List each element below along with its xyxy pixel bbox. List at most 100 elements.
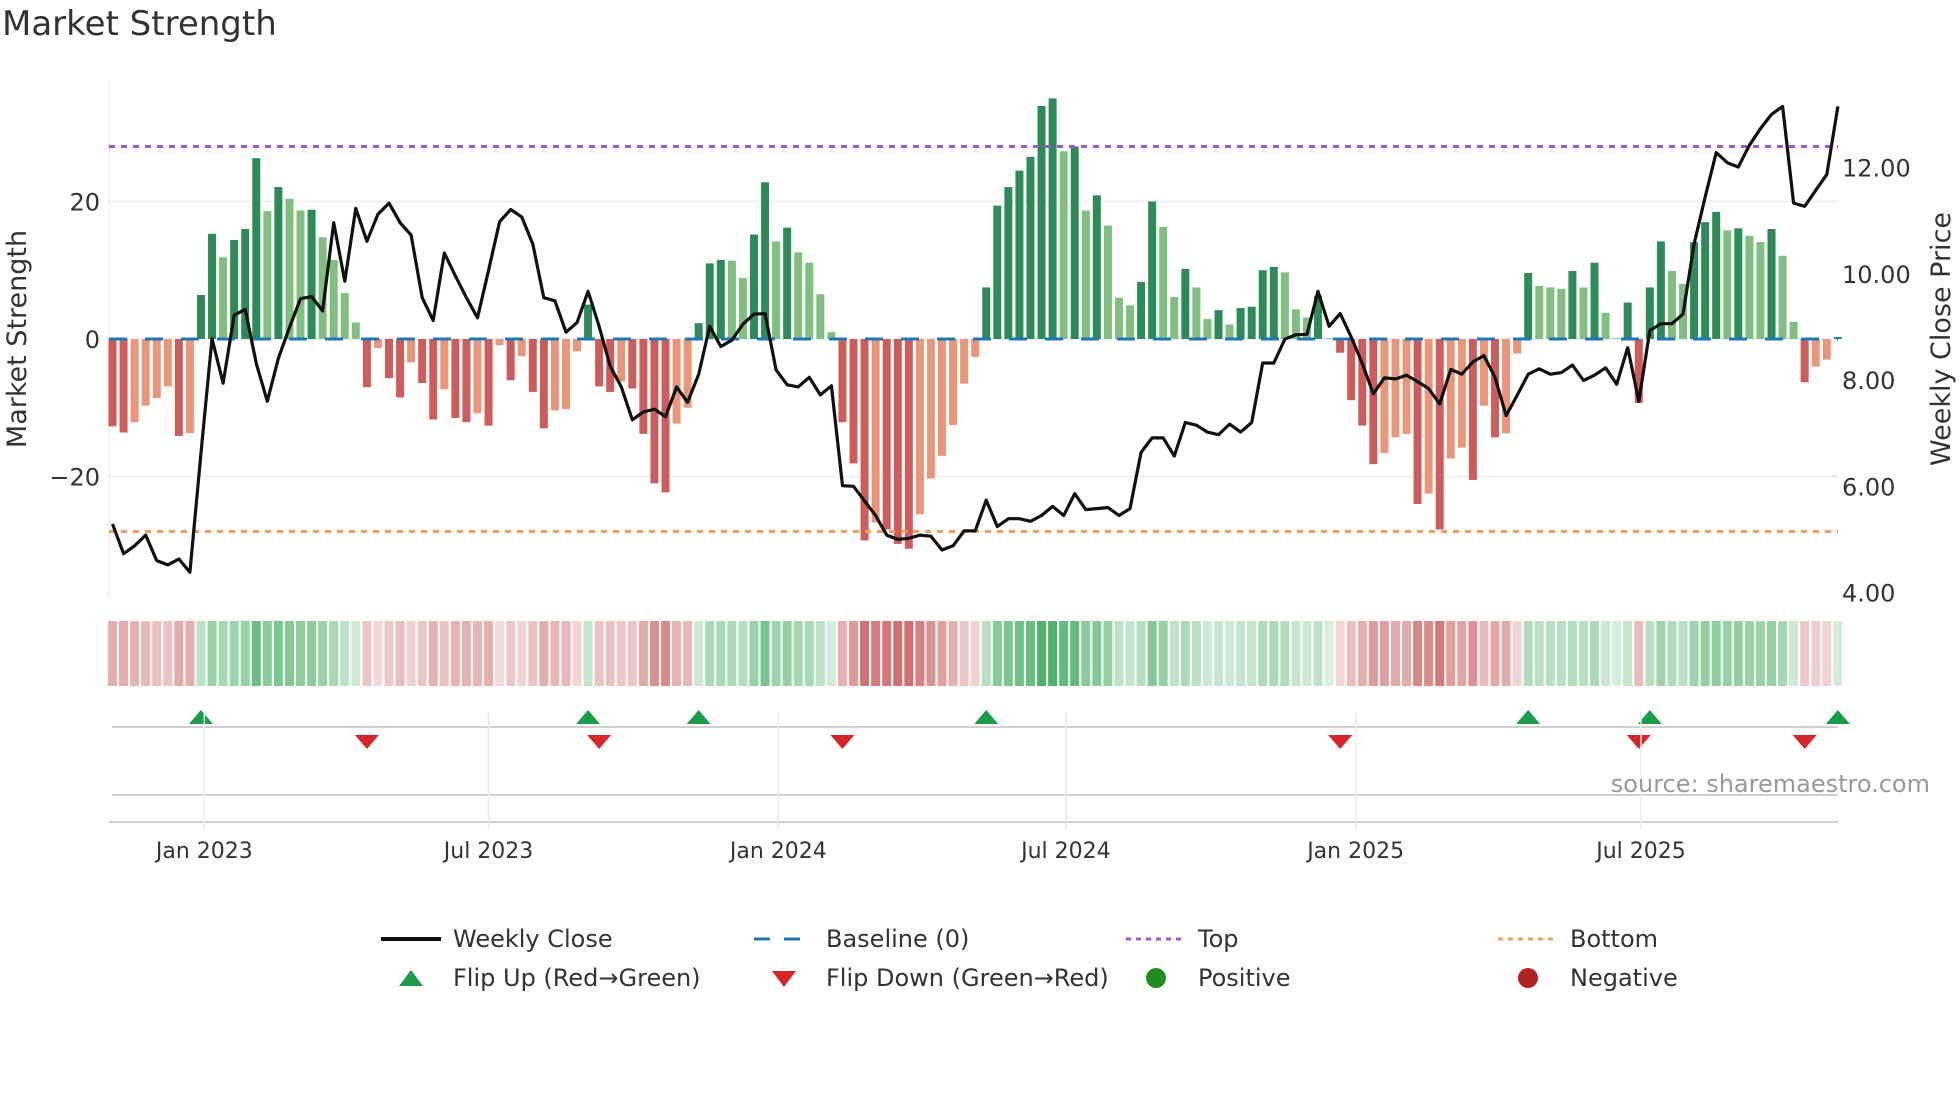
strength-bar: [860, 339, 869, 541]
heat-cell: [251, 621, 261, 686]
strength-bar: [805, 262, 814, 339]
strength-bar: [484, 339, 493, 426]
heat-cell: [1225, 621, 1235, 686]
heat-cell: [672, 621, 682, 686]
strength-bar: [617, 339, 626, 382]
strength-bar: [307, 209, 316, 339]
dotted-line-icon: [1498, 937, 1558, 941]
heat-cell: [307, 621, 317, 686]
legend-negative: Negative: [1498, 964, 1678, 992]
strength-bar: [1214, 310, 1223, 339]
legend-label: Baseline (0): [826, 925, 970, 953]
heat-cell: [749, 621, 759, 686]
heat-cell: [152, 621, 162, 686]
strength-bar: [1148, 201, 1157, 339]
market-strength-chart: 20 0 −20 12.00 10.00 8.00 6.00 4.00 Market Stren…: [2, 80, 1957, 864]
heat-cell: [1313, 621, 1323, 686]
heat-cell: [1501, 621, 1511, 686]
heat-cell: [174, 621, 184, 686]
strength-bar: [1767, 229, 1776, 339]
strength-bar: [252, 158, 261, 339]
heat-cell: [1778, 621, 1788, 686]
heat-cell: [1324, 621, 1334, 686]
strength-bar: [1137, 281, 1146, 339]
heat-cell: [1037, 621, 1047, 686]
heat-cell: [1081, 621, 1091, 686]
legend-flip-up: Flip Up (Red→Green): [381, 964, 701, 992]
strength-bar: [130, 339, 139, 423]
strength-bar: [1446, 339, 1455, 459]
heat-cell: [262, 621, 272, 686]
axes: 20 0 −20 12.00 10.00 8.00 6.00 4.00 Market Stren…: [2, 155, 1957, 608]
strength-bar: [628, 339, 637, 389]
strength-bar: [1358, 339, 1367, 426]
y-tick-label: 20: [69, 189, 100, 217]
strength-bar: [208, 233, 217, 339]
strength-bar: [1778, 255, 1787, 339]
strength-bar: [418, 339, 427, 383]
heat-cell: [1413, 621, 1423, 686]
y-tick-label: −20: [49, 464, 100, 492]
heat-cell: [1623, 621, 1633, 686]
flip-up-marker: [188, 710, 213, 724]
x-tick-label: Jul 2025: [1594, 839, 1686, 864]
heat-cell: [837, 621, 847, 686]
x-axis: Jan 2023 Jul 2023 Jan 2024 Jul 2024 Jan 2025…: [109, 712, 1838, 864]
flip-up-marker: [686, 710, 711, 724]
heat-cell: [196, 621, 206, 686]
strength-bar: [263, 211, 272, 339]
heat-cell: [1424, 621, 1434, 686]
x-tick-label: Jul 2024: [1019, 839, 1111, 864]
heat-cell: [1258, 621, 1268, 686]
strength-bar: [1667, 270, 1676, 339]
y-tick-label: 0: [85, 326, 100, 354]
heat-cell: [1158, 621, 1168, 686]
heat-cell: [727, 621, 737, 686]
strength-bar: [772, 241, 781, 339]
heat-cell: [284, 621, 294, 686]
strength-bar: [506, 339, 515, 381]
heat-cell: [1435, 621, 1445, 686]
heat-cell: [1402, 621, 1412, 686]
strength-bar: [1502, 339, 1511, 434]
strength-bar: [1380, 339, 1389, 454]
heat-cell: [804, 621, 814, 686]
heat-cell: [1744, 621, 1754, 686]
y-axis-title: Market Strength: [2, 230, 33, 448]
heat-cell: [1667, 621, 1677, 686]
circle-icon: [1518, 968, 1538, 988]
heat-cell: [1490, 621, 1500, 686]
legend-label: Weekly Close: [453, 925, 613, 953]
strength-bar: [971, 339, 980, 357]
heat-cell: [1147, 621, 1157, 686]
heat-cell: [163, 621, 173, 686]
heat-cell: [1822, 621, 1832, 686]
strength-bar: [528, 339, 537, 392]
heat-cell: [1280, 621, 1290, 686]
strength-bar: [1734, 228, 1743, 339]
heat-cell: [1014, 621, 1024, 686]
strength-bar: [385, 339, 393, 379]
heat-cell: [1722, 621, 1732, 686]
flip-up-marker: [1825, 710, 1850, 724]
heat-cell: [594, 621, 604, 686]
heat-cell: [760, 621, 770, 686]
strength-bar: [1070, 146, 1079, 339]
heat-cell: [1247, 621, 1257, 686]
heat-cell: [705, 621, 715, 686]
heat-cell: [550, 621, 560, 686]
heat-cell: [108, 621, 117, 686]
strength-bar: [141, 339, 150, 406]
heat-cell: [1711, 621, 1721, 686]
heat-cell: [351, 621, 361, 686]
heat-cell: [141, 621, 151, 686]
strength-bar: [1590, 262, 1599, 339]
strength-bar: [1612, 338, 1621, 339]
heat-cell: [340, 621, 350, 686]
heat-cell: [119, 621, 129, 686]
strength-bar: [340, 292, 349, 339]
legend-weekly-close: Weekly Close: [381, 925, 613, 953]
heat-cell: [1070, 621, 1080, 686]
dotted-line-icon: [1126, 937, 1186, 941]
heat-cell: [882, 621, 892, 686]
